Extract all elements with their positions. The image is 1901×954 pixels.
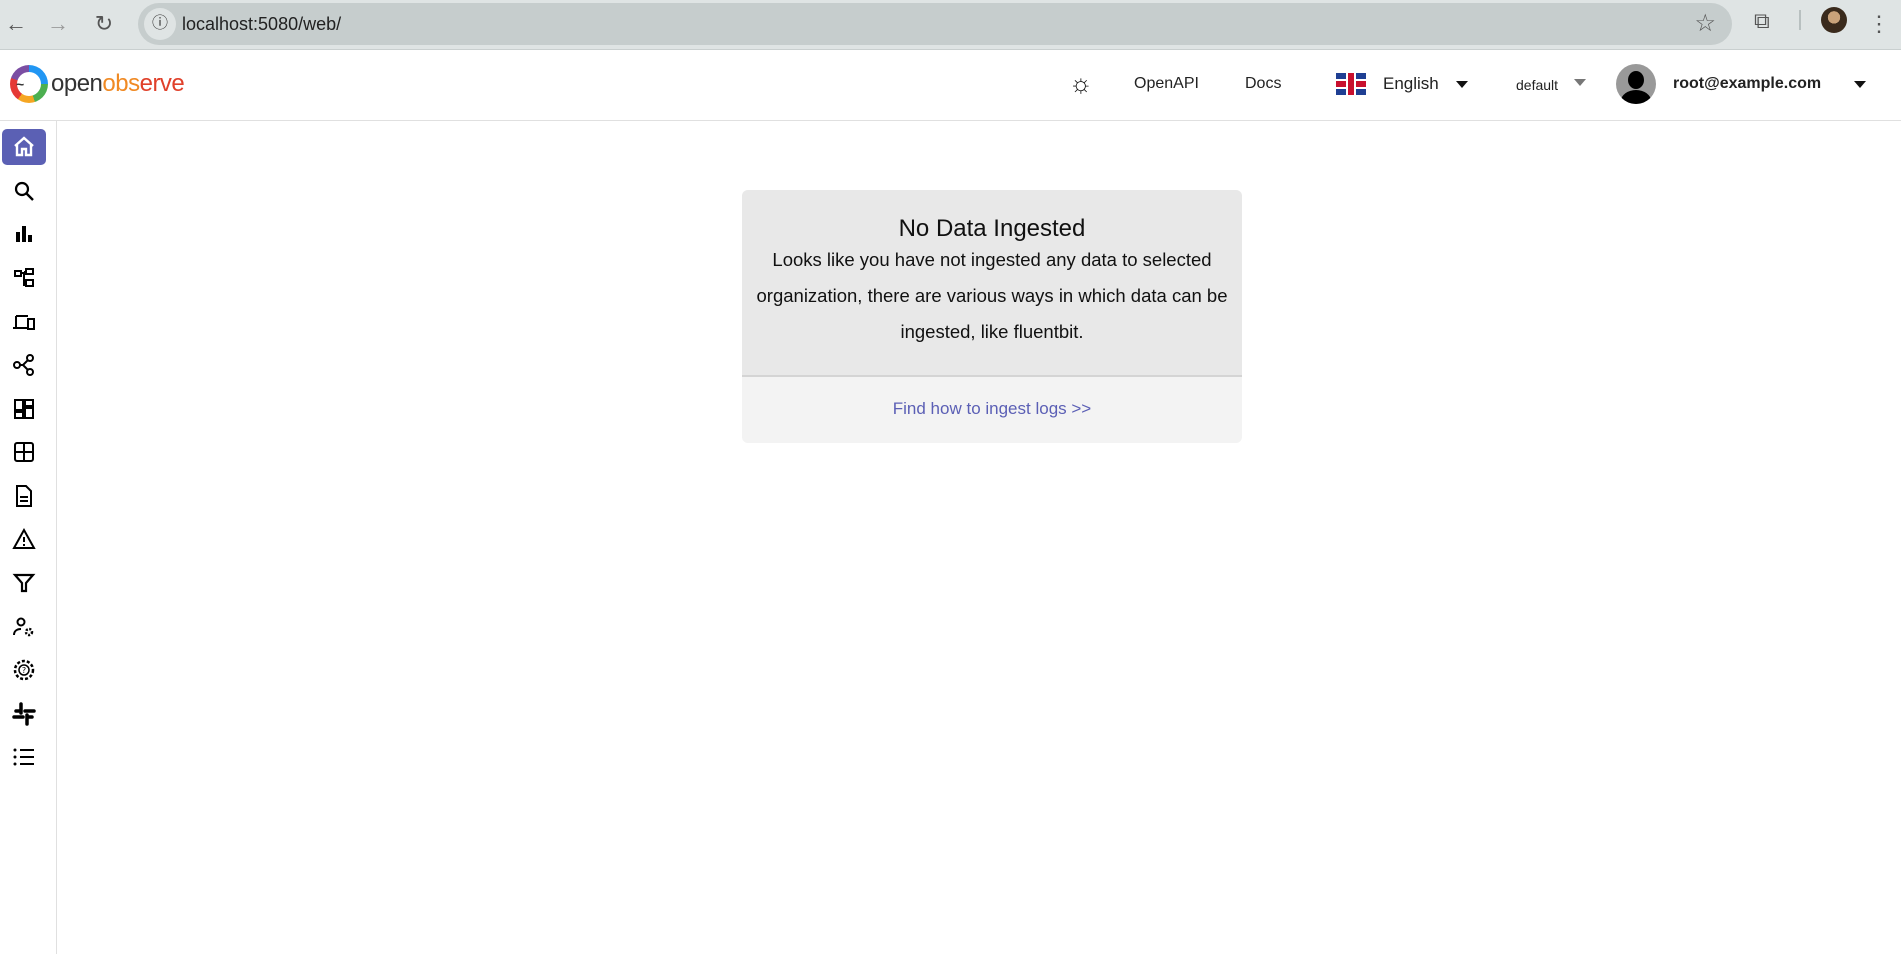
user-menu[interactable]: root@example.com <box>1673 75 1821 93</box>
filter-icon <box>12 573 36 593</box>
openobserve-logo[interactable]: ~ openobserve <box>10 65 185 103</box>
reload-button[interactable]: ↻ <box>88 8 120 40</box>
sidebar-item-iam[interactable] <box>2 609 46 645</box>
url-text[interactable]: localhost:5080/web/ <box>182 14 341 35</box>
forward-button[interactable]: → <box>42 8 74 40</box>
search-icon <box>14 181 34 201</box>
sidebar-item-dashboards[interactable] <box>2 391 46 427</box>
no-data-message: Looks like you have not ingested any dat… <box>756 249 1228 342</box>
settings-help-icon: ? <box>13 659 35 681</box>
home-icon <box>14 136 34 157</box>
document-icon <box>16 485 32 507</box>
share-nodes-icon <box>13 354 34 376</box>
sidebar: ? <box>0 121 57 954</box>
list-icon <box>13 748 34 766</box>
devices-icon <box>13 315 35 330</box>
divider <box>1799 10 1801 30</box>
sidebar-item-about[interactable] <box>2 739 46 775</box>
sidebar-item-traces[interactable] <box>2 260 46 296</box>
browser-menu-icon[interactable]: ⋮ <box>1868 13 1890 35</box>
back-button[interactable]: ← <box>0 8 32 40</box>
theme-toggle-sun-icon[interactable]: ☼ <box>1069 70 1093 96</box>
docs-link[interactable]: Docs <box>1245 75 1281 93</box>
chevron-down-icon[interactable] <box>1456 81 1468 88</box>
sidebar-item-metrics[interactable] <box>2 216 46 252</box>
bookmark-star-icon[interactable]: ☆ <box>1694 9 1716 38</box>
ingest-logs-link[interactable]: Find how to ingest logs >> <box>742 399 1242 419</box>
tree-icon <box>14 268 34 287</box>
bar-chart-icon <box>16 226 32 242</box>
sidebar-item-reports[interactable] <box>2 478 46 514</box>
logo-text: erve <box>139 70 185 97</box>
chevron-down-icon[interactable] <box>1574 79 1586 86</box>
language-selector[interactable]: English <box>1383 74 1439 94</box>
app-header: ~ openobserve ☼ OpenAPI Docs English def… <box>0 50 1901 121</box>
slack-icon <box>12 702 36 726</box>
user-avatar-icon[interactable] <box>1616 64 1656 104</box>
address-bar[interactable]: ⓘ localhost:5080/web/ ☆ <box>138 3 1732 45</box>
svg-text:?: ? <box>22 666 26 675</box>
logo-text: obs <box>102 70 140 97</box>
sidebar-item-search[interactable] <box>2 173 46 209</box>
sidebar-item-home[interactable] <box>2 129 46 165</box>
logo-text: open <box>51 70 103 97</box>
extensions-icon[interactable]: ⧉ <box>1754 8 1770 34</box>
grid-icon <box>14 442 34 462</box>
chevron-down-icon[interactable] <box>1854 81 1866 88</box>
page-title: No Data Ingested <box>898 215 1086 242</box>
warning-icon <box>12 527 36 549</box>
sidebar-item-streams[interactable] <box>2 434 46 470</box>
sidebar-item-rum[interactable] <box>2 304 46 340</box>
sidebar-item-slack[interactable] <box>2 696 46 732</box>
dashboard-icon <box>14 399 34 419</box>
sidebar-item-data-sources[interactable] <box>2 565 46 601</box>
sidebar-item-alerts[interactable] <box>2 521 46 557</box>
user-settings-icon <box>13 617 34 637</box>
site-info-icon[interactable]: ⓘ <box>144 8 176 40</box>
no-data-card: No Data Ingested Looks like you have not… <box>742 190 1242 443</box>
browser-toolbar: ← → ↻ ⓘ localhost:5080/web/ ☆ ⧉ ⋮ <box>0 0 1901 50</box>
logo-icon: ~ <box>10 65 48 103</box>
uk-flag-icon[interactable] <box>1336 73 1366 95</box>
profile-avatar[interactable] <box>1821 7 1847 33</box>
sidebar-item-pipelines[interactable] <box>2 347 46 383</box>
openapi-link[interactable]: OpenAPI <box>1134 75 1199 93</box>
organization-selector[interactable]: default <box>1516 77 1558 93</box>
sidebar-item-help[interactable]: ? <box>2 652 46 688</box>
